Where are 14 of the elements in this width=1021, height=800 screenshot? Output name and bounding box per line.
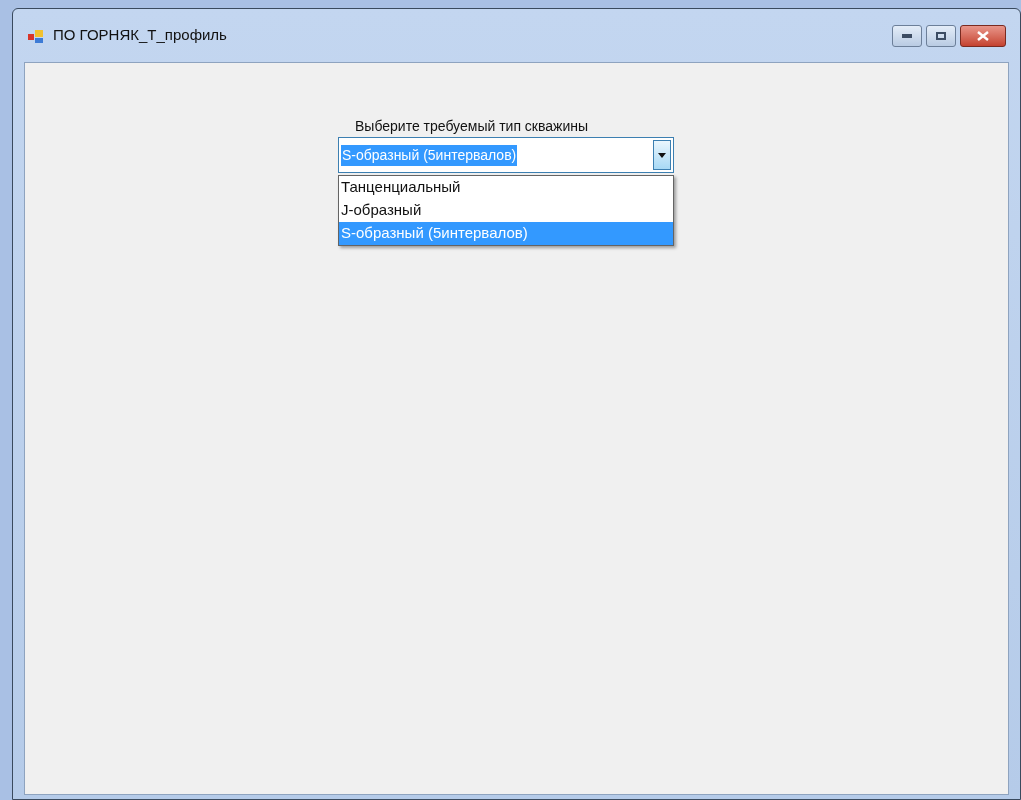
- maximize-button[interactable]: [926, 24, 956, 47]
- dropdown-button[interactable]: [653, 140, 671, 170]
- dropdown-option[interactable]: Танценциальный: [339, 176, 673, 199]
- minimize-button[interactable]: [892, 24, 922, 47]
- close-icon: [977, 30, 989, 41]
- close-button[interactable]: [960, 24, 1006, 47]
- minimize-icon: [902, 33, 912, 38]
- maximize-icon: [936, 31, 946, 40]
- caret-icon: [658, 152, 666, 158]
- prompt-label: Выберите требуемый тип скважины: [355, 116, 589, 136]
- dropdown-option[interactable]: J-образный: [339, 199, 673, 222]
- app-icon: [27, 27, 45, 44]
- combo-value: S-образный (5интервалов): [341, 144, 518, 166]
- window-title: ПО ГОРНЯК_Т_профиль: [53, 25, 227, 46]
